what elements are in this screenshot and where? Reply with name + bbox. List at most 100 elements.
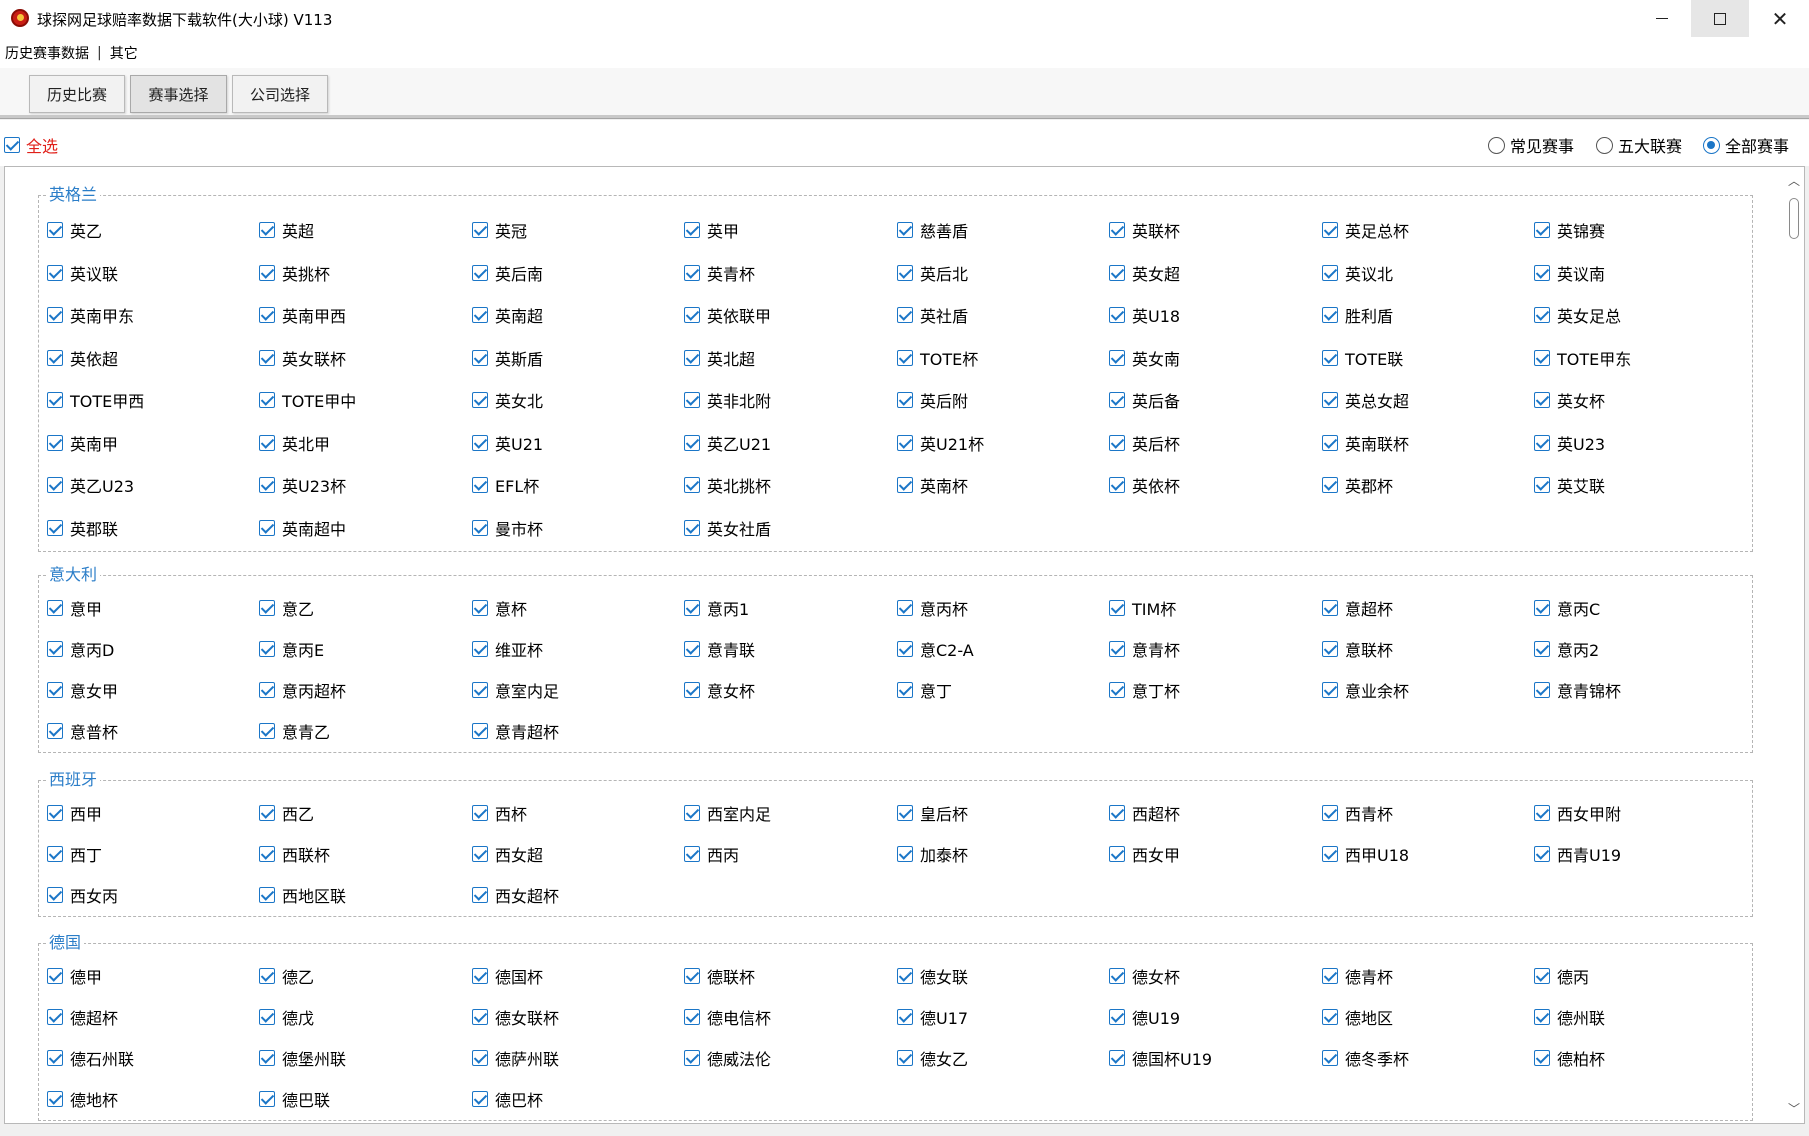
league-checkbox[interactable]: 英斯盾 bbox=[472, 346, 543, 370]
league-checkbox[interactable]: TOTE甲东 bbox=[1534, 346, 1631, 370]
league-checkbox[interactable]: 意甲 bbox=[47, 596, 102, 620]
radio-common-events[interactable]: 常见赛事 bbox=[1488, 133, 1574, 157]
league-checkbox[interactable]: 意丙杯 bbox=[897, 596, 968, 620]
league-checkbox[interactable]: 德青杯 bbox=[1322, 964, 1393, 988]
league-checkbox[interactable]: 德U19 bbox=[1109, 1005, 1180, 1029]
league-checkbox[interactable]: 英乙U21 bbox=[684, 431, 771, 455]
league-checkbox[interactable]: 英后杯 bbox=[1109, 431, 1180, 455]
minimize-button[interactable] bbox=[1633, 0, 1691, 37]
league-checkbox[interactable]: 意丁杯 bbox=[1109, 678, 1180, 702]
league-checkbox[interactable]: TIM杯 bbox=[1109, 596, 1176, 620]
league-checkbox[interactable]: 德戊 bbox=[259, 1005, 314, 1029]
league-checkbox[interactable]: 英甲 bbox=[684, 218, 739, 242]
title-bar[interactable]: 球探网足球赔率数据下载软件(大小球) V113 ✕ bbox=[0, 0, 1809, 37]
league-checkbox[interactable]: 德巴联 bbox=[259, 1087, 330, 1111]
league-checkbox[interactable]: 英后备 bbox=[1109, 388, 1180, 412]
scroll-thumb[interactable] bbox=[1789, 198, 1799, 239]
league-checkbox[interactable]: 英依超 bbox=[47, 346, 118, 370]
league-checkbox[interactable]: 英女联杯 bbox=[259, 346, 346, 370]
league-checkbox[interactable]: 德丙 bbox=[1534, 964, 1589, 988]
league-checkbox[interactable]: 英议北 bbox=[1322, 261, 1393, 285]
league-checkbox[interactable]: 意超杯 bbox=[1322, 596, 1393, 620]
league-checkbox[interactable]: EFL杯 bbox=[472, 473, 539, 497]
close-button[interactable]: ✕ bbox=[1751, 0, 1809, 37]
league-checkbox[interactable]: 英女南 bbox=[1109, 346, 1180, 370]
league-checkbox[interactable]: 西超杯 bbox=[1109, 801, 1180, 825]
tab-event-selection[interactable]: 赛事选择 bbox=[130, 75, 227, 113]
league-checkbox[interactable]: 德女联 bbox=[897, 964, 968, 988]
league-checkbox[interactable]: 英挑杯 bbox=[259, 261, 330, 285]
league-checkbox[interactable]: 英女杯 bbox=[1534, 388, 1605, 412]
league-checkbox[interactable]: 意女甲 bbox=[47, 678, 118, 702]
league-checkbox[interactable]: TOTE甲西 bbox=[47, 388, 144, 412]
league-checkbox[interactable]: 西丙 bbox=[684, 842, 739, 866]
league-checkbox[interactable]: 西丁 bbox=[47, 842, 102, 866]
league-checkbox[interactable]: 英U21杯 bbox=[897, 431, 984, 455]
league-checkbox[interactable]: 西联杯 bbox=[259, 842, 330, 866]
league-checkbox[interactable]: 意室内足 bbox=[472, 678, 559, 702]
league-checkbox[interactable]: TOTE杯 bbox=[897, 346, 978, 370]
league-checkbox[interactable]: 英南甲 bbox=[47, 431, 118, 455]
league-checkbox[interactable]: 意杯 bbox=[472, 596, 527, 620]
league-checkbox[interactable]: 西女超杯 bbox=[472, 883, 559, 907]
league-checkbox[interactable]: 英女超 bbox=[1109, 261, 1180, 285]
radio-all-events[interactable]: 全部赛事 bbox=[1703, 133, 1789, 157]
league-checkbox[interactable]: 意C2-A bbox=[897, 637, 974, 661]
league-checkbox[interactable]: 加泰杯 bbox=[897, 842, 968, 866]
league-checkbox[interactable]: 英南联杯 bbox=[1322, 431, 1409, 455]
league-checkbox[interactable]: 英南杯 bbox=[897, 473, 968, 497]
league-checkbox[interactable]: 德堡州联 bbox=[259, 1046, 346, 1070]
league-checkbox[interactable]: 西乙 bbox=[259, 801, 314, 825]
select-all-checkbox[interactable]: 全选 bbox=[4, 133, 58, 157]
menu-other[interactable]: 其它 bbox=[110, 43, 138, 63]
league-checkbox[interactable]: 德女乙 bbox=[897, 1046, 968, 1070]
league-checkbox[interactable]: 西甲U18 bbox=[1322, 842, 1409, 866]
league-checkbox[interactable]: 意丙超杯 bbox=[259, 678, 346, 702]
league-checkbox[interactable]: 英女足总 bbox=[1534, 303, 1621, 327]
league-checkbox[interactable]: 英U23杯 bbox=[259, 473, 346, 497]
league-checkbox[interactable]: 意青联 bbox=[684, 637, 755, 661]
league-checkbox[interactable]: 英艾联 bbox=[1534, 473, 1605, 497]
league-checkbox[interactable]: 德萨州联 bbox=[472, 1046, 559, 1070]
league-checkbox[interactable]: 德乙 bbox=[259, 964, 314, 988]
league-checkbox[interactable]: 英议南 bbox=[1534, 261, 1605, 285]
league-checkbox[interactable]: 英超 bbox=[259, 218, 314, 242]
league-checkbox[interactable]: 德冬季杯 bbox=[1322, 1046, 1409, 1070]
league-checkbox[interactable]: 英郡联 bbox=[47, 516, 118, 540]
league-checkbox[interactable]: 英U21 bbox=[472, 431, 543, 455]
league-checkbox[interactable]: 意联杯 bbox=[1322, 637, 1393, 661]
league-checkbox[interactable]: 意青乙 bbox=[259, 719, 330, 743]
league-checkbox[interactable]: 英非北附 bbox=[684, 388, 771, 412]
league-checkbox[interactable]: 英依联甲 bbox=[684, 303, 771, 327]
league-checkbox[interactable]: 德巴杯 bbox=[472, 1087, 543, 1111]
league-checkbox[interactable]: 西室内足 bbox=[684, 801, 771, 825]
league-checkbox[interactable]: 英依杯 bbox=[1109, 473, 1180, 497]
league-checkbox[interactable]: 英南甲东 bbox=[47, 303, 134, 327]
league-checkbox[interactable]: 英北挑杯 bbox=[684, 473, 771, 497]
league-checkbox[interactable]: 意丙C bbox=[1534, 596, 1600, 620]
league-checkbox[interactable]: 慈善盾 bbox=[897, 218, 968, 242]
league-checkbox[interactable]: 意乙 bbox=[259, 596, 314, 620]
league-checkbox[interactable]: 英乙U23 bbox=[47, 473, 134, 497]
league-checkbox[interactable]: 英足总杯 bbox=[1322, 218, 1409, 242]
league-checkbox[interactable]: 英女社盾 bbox=[684, 516, 771, 540]
league-checkbox[interactable]: 西女甲 bbox=[1109, 842, 1180, 866]
menu-history-data[interactable]: 历史赛事数据 bbox=[5, 43, 89, 63]
league-checkbox[interactable]: 英青杯 bbox=[684, 261, 755, 285]
tab-company-selection[interactable]: 公司选择 bbox=[232, 75, 328, 113]
league-checkbox[interactable]: TOTE联 bbox=[1322, 346, 1403, 370]
league-checkbox[interactable]: 英后北 bbox=[897, 261, 968, 285]
league-checkbox[interactable]: 德威法伦 bbox=[684, 1046, 771, 1070]
vertical-scrollbar[interactable]: ︿ ﹀ bbox=[1784, 167, 1804, 1123]
league-checkbox[interactable]: 德州联 bbox=[1534, 1005, 1605, 1029]
league-checkbox[interactable]: 英南甲西 bbox=[259, 303, 346, 327]
league-checkbox[interactable]: 德电信杯 bbox=[684, 1005, 771, 1029]
league-checkbox[interactable]: 英乙 bbox=[47, 218, 102, 242]
scroll-up-icon[interactable]: ︿ bbox=[1787, 175, 1801, 187]
tab-history-matches[interactable]: 历史比赛 bbox=[29, 75, 125, 113]
league-checkbox[interactable]: 意业余杯 bbox=[1322, 678, 1409, 702]
scroll-down-icon[interactable]: ﹀ bbox=[1787, 1103, 1801, 1115]
league-checkbox[interactable]: 意丁 bbox=[897, 678, 952, 702]
league-checkbox[interactable]: 德柏杯 bbox=[1534, 1046, 1605, 1070]
league-checkbox[interactable]: 德国杯 bbox=[472, 964, 543, 988]
